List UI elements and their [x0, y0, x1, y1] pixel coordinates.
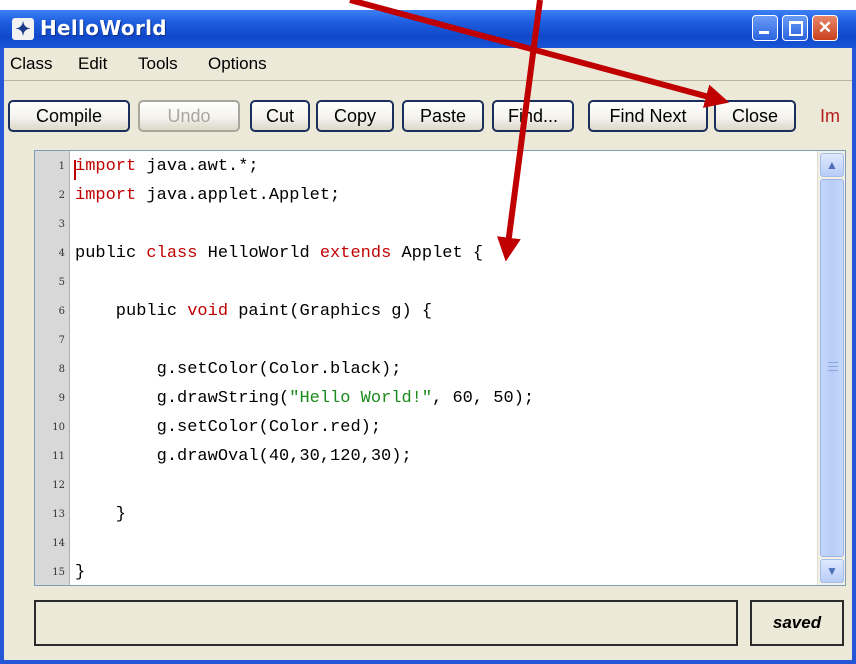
code-line[interactable]: import java.applet.Applet;: [75, 186, 340, 205]
minimize-button[interactable]: [752, 15, 778, 41]
line-number: 14: [52, 538, 65, 549]
code-line[interactable]: import java.awt.*;: [75, 157, 259, 176]
maximize-button[interactable]: [782, 15, 808, 41]
code-line[interactable]: g.setColor(Color.red);: [75, 418, 381, 437]
find-button[interactable]: Find...: [492, 100, 574, 132]
line-number: 2: [58, 190, 65, 201]
menu-edit[interactable]: Edit: [78, 54, 107, 74]
code-line[interactable]: g.setColor(Color.black);: [75, 360, 402, 379]
line-number: 15: [52, 567, 65, 578]
line-number: 11: [52, 451, 65, 462]
vertical-scrollbar[interactable]: ▲ ▼: [817, 151, 845, 585]
line-number: 3: [58, 219, 65, 230]
close-icon: ✕: [817, 18, 833, 37]
saved-status-label: saved: [750, 600, 844, 646]
truncated-toolbar-label[interactable]: Im: [820, 106, 840, 127]
compile-button[interactable]: Compile: [8, 100, 130, 132]
window-client-area: Class Edit Tools Options Compile Undo Cu…: [4, 48, 852, 660]
line-number: 5: [58, 277, 65, 288]
line-number: 12: [52, 480, 65, 491]
menu-class[interactable]: Class: [10, 54, 53, 74]
cut-button[interactable]: Cut: [250, 100, 310, 132]
close-window-button[interactable]: ✕: [812, 15, 838, 41]
status-message-field: [34, 600, 738, 646]
code-line[interactable]: }: [75, 563, 85, 582]
line-number: 6: [58, 306, 65, 317]
line-number: 4: [58, 248, 65, 259]
line-number: 8: [58, 364, 65, 375]
menu-options[interactable]: Options: [208, 54, 267, 74]
line-number: 13: [52, 509, 65, 520]
code-line[interactable]: g.drawOval(40,30,120,30);: [75, 447, 412, 466]
close-button[interactable]: Close: [714, 100, 796, 132]
copy-button[interactable]: Copy: [316, 100, 394, 132]
scroll-up-icon[interactable]: ▲: [820, 153, 844, 177]
code-line[interactable]: public class HelloWorld extends Applet {: [75, 244, 483, 263]
code-editor[interactable]: 1 2 3 4 5 6 7 8 9 10 11 12 13 14 15 impo…: [34, 150, 846, 586]
line-number: 10: [52, 422, 65, 433]
code-line[interactable]: }: [75, 505, 126, 524]
scroll-down-icon[interactable]: ▼: [820, 559, 844, 583]
line-number-gutter: 1 2 3 4 5 6 7 8 9 10 11 12 13 14 15: [35, 151, 70, 585]
code-line[interactable]: public void paint(Graphics g) {: [75, 302, 432, 321]
bluej-app-icon: ✦: [12, 18, 34, 40]
line-number: 9: [58, 393, 65, 404]
menu-tools[interactable]: Tools: [138, 54, 178, 74]
editor-window: ✦ HelloWorld ✕ Class Edit Tools Options …: [0, 10, 856, 664]
menu-bar: Class Edit Tools Options: [4, 48, 852, 81]
scrollbar-thumb[interactable]: [820, 179, 844, 557]
title-bar[interactable]: ✦ HelloWorld ✕: [0, 10, 856, 48]
undo-button[interactable]: Undo: [138, 100, 240, 132]
find-next-button[interactable]: Find Next: [588, 100, 708, 132]
window-title: HelloWorld: [40, 16, 167, 40]
line-number: 1: [58, 161, 65, 172]
paste-button[interactable]: Paste: [402, 100, 484, 132]
code-line[interactable]: g.drawString("Hello World!", 60, 50);: [75, 389, 535, 408]
line-number: 7: [58, 335, 65, 346]
